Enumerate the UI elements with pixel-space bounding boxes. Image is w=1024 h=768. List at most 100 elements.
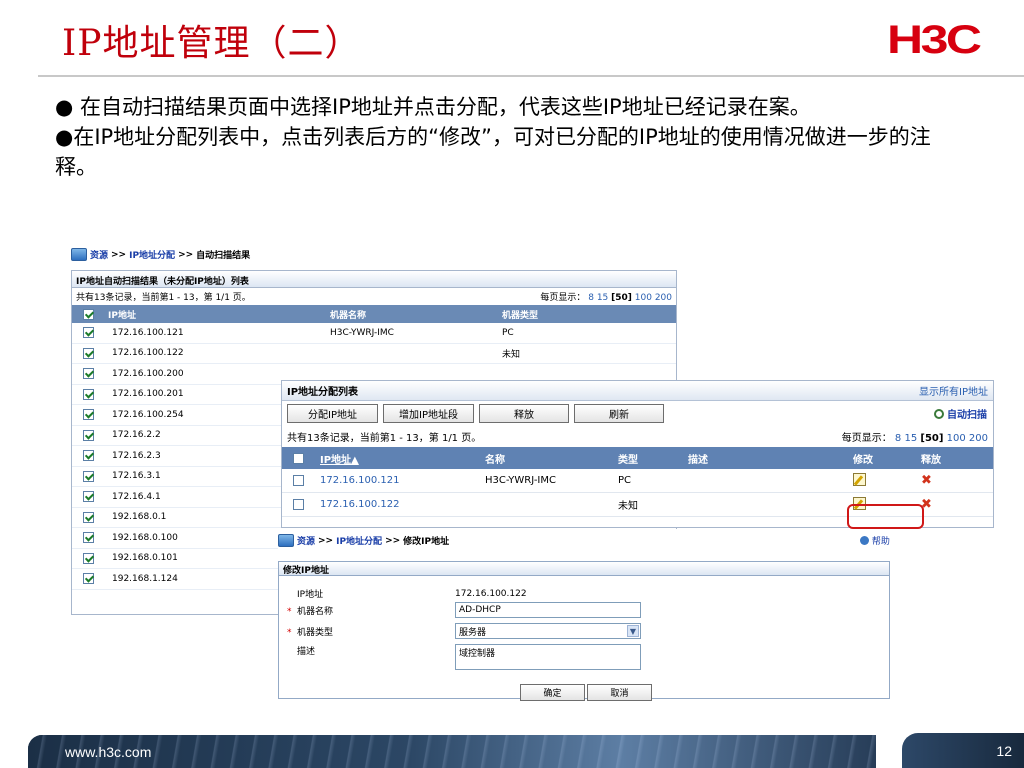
cancel-button[interactable]: 取消 xyxy=(587,684,652,701)
breadcrumb-separator: >> xyxy=(178,249,194,260)
description-row: 描述 域控制器 xyxy=(279,644,641,670)
help-icon xyxy=(860,536,869,545)
page-size-15[interactable]: 15 xyxy=(904,433,917,444)
row-checkbox[interactable] xyxy=(82,573,94,585)
row-ip-link[interactable]: 172.16.100.122 xyxy=(314,499,481,510)
h3c-logo: H3C xyxy=(887,18,982,62)
auto-scan-label: 自动扫描 xyxy=(947,410,987,421)
scan-record-info-bar: 共有13条记录，当前第1 - 13，第 1/1 页。 每页显示： 8 15 [5… xyxy=(72,288,676,305)
modify-ip-form: 修改IP地址 IP地址 172.16.100.122 * 机器名称 AD-DHCP… xyxy=(278,561,890,699)
page-size-50: [50] xyxy=(611,293,632,303)
scan-panel-title: IP地址自动扫描结果（未分配IP地址）列表 xyxy=(72,271,676,288)
row-ip: 172.16.100.121 xyxy=(112,327,184,338)
breadcrumb-separator: >> xyxy=(111,249,127,260)
row-checkbox[interactable] xyxy=(82,450,94,462)
alloc-toolbar: 分配IP地址 增加IP地址段 释放 刷新 自动扫描 xyxy=(282,401,993,425)
page-size-8[interactable]: 8 xyxy=(588,293,594,303)
row-machine-type: PC xyxy=(502,327,514,338)
breadcrumb-resource-link[interactable]: 资源 xyxy=(297,534,315,547)
col-machine-name[interactable]: 机器名称 xyxy=(330,308,502,321)
row-checkbox[interactable] xyxy=(82,409,94,421)
description-textarea[interactable]: 域控制器 xyxy=(455,644,641,670)
breadcrumb-current: 修改IP地址 xyxy=(403,537,450,547)
table-row[interactable]: 172.16.100.122 未知 xyxy=(72,344,676,364)
table-row[interactable]: 172.16.100.121 H3C-YWRJ-IMC PC ✖ xyxy=(282,469,993,493)
alloc-record-info: 共有13条记录，当前第1 - 13，第 1/1 页。 xyxy=(287,432,482,444)
row-checkbox[interactable] xyxy=(82,552,94,564)
bullet-2: ●在IP地址分配列表中，点击列表后方的“修改”，可对已分配的IP地址的使用情况做… xyxy=(55,125,931,179)
form-buttons: 确定 取消 xyxy=(520,684,652,701)
scan-page-size: 每页显示： 8 15 [50] 100 200 xyxy=(540,290,672,303)
row-checkbox[interactable] xyxy=(82,511,94,523)
ip-row: IP地址 172.16.100.122 xyxy=(279,587,527,601)
slide-title: IP地址管理（二） xyxy=(62,23,362,64)
row-checkbox[interactable] xyxy=(82,327,94,339)
row-checkbox[interactable] xyxy=(292,475,304,486)
scan-record-info: 共有13条记录，当前第1 - 13，第 1/1 页。 xyxy=(76,293,251,303)
breadcrumb-separator: >> xyxy=(318,535,334,546)
alloc-select-all-checkbox[interactable] xyxy=(292,452,304,464)
breadcrumb-ip-allocation-link[interactable]: IP地址分配 xyxy=(129,248,175,261)
col-ip-sorted[interactable]: IP地址▲ xyxy=(314,451,481,466)
description-value: 域控制器 xyxy=(459,649,496,659)
edit-icon[interactable] xyxy=(853,472,866,486)
modify-breadcrumb: 资源 >> IP地址分配 >> 修改IP地址 xyxy=(278,534,449,547)
page-size-label: 每页显示： xyxy=(841,432,892,444)
col-description: 描述 xyxy=(688,454,708,466)
table-row[interactable]: 172.16.100.121 H3C-YWRJ-IMC PC xyxy=(72,323,676,344)
chevron-down-icon[interactable]: ▼ xyxy=(627,625,639,637)
add-ip-range-button[interactable]: 增加IP地址段 xyxy=(383,403,474,423)
row-ip-link[interactable]: 172.16.100.121 xyxy=(314,475,481,486)
show-all-ip-link[interactable]: 显示所有IP地址 xyxy=(919,383,988,398)
page-size-15[interactable]: 15 xyxy=(597,293,608,303)
row-checkbox[interactable] xyxy=(82,532,94,544)
col-ip[interactable]: IP地址 xyxy=(104,308,330,321)
row-checkbox[interactable] xyxy=(82,491,94,503)
col-release: 释放 xyxy=(921,454,941,466)
breadcrumb-resource-link[interactable]: 资源 xyxy=(90,248,108,261)
row-checkbox[interactable] xyxy=(292,499,304,510)
resource-icon xyxy=(71,248,87,261)
col-name[interactable]: 名称 xyxy=(481,451,614,466)
refresh-button[interactable]: 刷新 xyxy=(574,403,664,423)
footer-url: www.h3c.com xyxy=(65,744,152,760)
alloc-record-info-bar: 共有13条记录，当前第1 - 13，第 1/1 页。 每页显示： 8 15 [5… xyxy=(282,425,993,447)
title-divider xyxy=(38,75,1024,77)
modify-form-title: 修改IP地址 xyxy=(279,562,889,576)
row-machine-type: 未知 xyxy=(502,349,521,360)
row-checkbox[interactable] xyxy=(82,347,94,359)
col-machine-type[interactable]: 机器类型 xyxy=(502,308,672,321)
resource-icon xyxy=(278,534,294,547)
ok-button[interactable]: 确定 xyxy=(520,684,585,701)
page-size-8[interactable]: 8 xyxy=(895,433,901,444)
page-size-100-200[interactable]: 100 200 xyxy=(947,433,988,444)
breadcrumb-ip-allocation-link[interactable]: IP地址分配 xyxy=(336,534,382,547)
machine-name-input[interactable]: AD-DHCP xyxy=(455,602,641,618)
allocate-ip-button[interactable]: 分配IP地址 xyxy=(287,403,378,423)
required-mark: * xyxy=(287,627,292,638)
auto-scan-link[interactable]: 自动扫描 xyxy=(933,406,987,421)
page-number-box: 12 xyxy=(902,733,1024,768)
row-name: H3C-YWRJ-IMC xyxy=(485,475,556,486)
alloc-panel-title: IP地址分配列表 xyxy=(287,387,359,398)
bullet-list: ● 在自动扫描结果页面中选择IP地址并点击分配，代表这些IP地址已经记录在案。 … xyxy=(55,92,955,182)
help-link[interactable]: 帮助 xyxy=(860,534,890,547)
row-checkbox[interactable] xyxy=(82,470,94,482)
ip-value: 172.16.100.122 xyxy=(455,588,527,599)
bullet-1: ● 在自动扫描结果页面中选择IP地址并点击分配，代表这些IP地址已经记录在案。 xyxy=(55,95,811,119)
machine-type-label: 机器类型 xyxy=(297,627,334,638)
footer-bar: www.h3c.com xyxy=(28,735,876,768)
page-size-100-200[interactable]: 100 200 xyxy=(635,293,672,303)
col-type[interactable]: 类型 xyxy=(614,451,684,466)
release-button[interactable]: 释放 xyxy=(479,403,569,423)
row-checkbox[interactable] xyxy=(82,388,94,400)
alloc-panel-header: IP地址分配列表 显示所有IP地址 xyxy=(282,381,993,401)
select-all-checkbox[interactable] xyxy=(82,308,94,320)
required-mark: * xyxy=(287,606,292,617)
row-checkbox[interactable] xyxy=(82,429,94,441)
delete-x-icon[interactable]: ✖ xyxy=(921,473,932,488)
row-checkbox[interactable] xyxy=(82,368,94,380)
page-size-50: [50] xyxy=(920,432,944,444)
modify-ip-page: 资源 >> IP地址分配 >> 修改IP地址 帮助 修改IP地址 IP地址 17… xyxy=(278,529,997,711)
machine-type-select[interactable]: 服务器 ▼ xyxy=(455,623,641,639)
